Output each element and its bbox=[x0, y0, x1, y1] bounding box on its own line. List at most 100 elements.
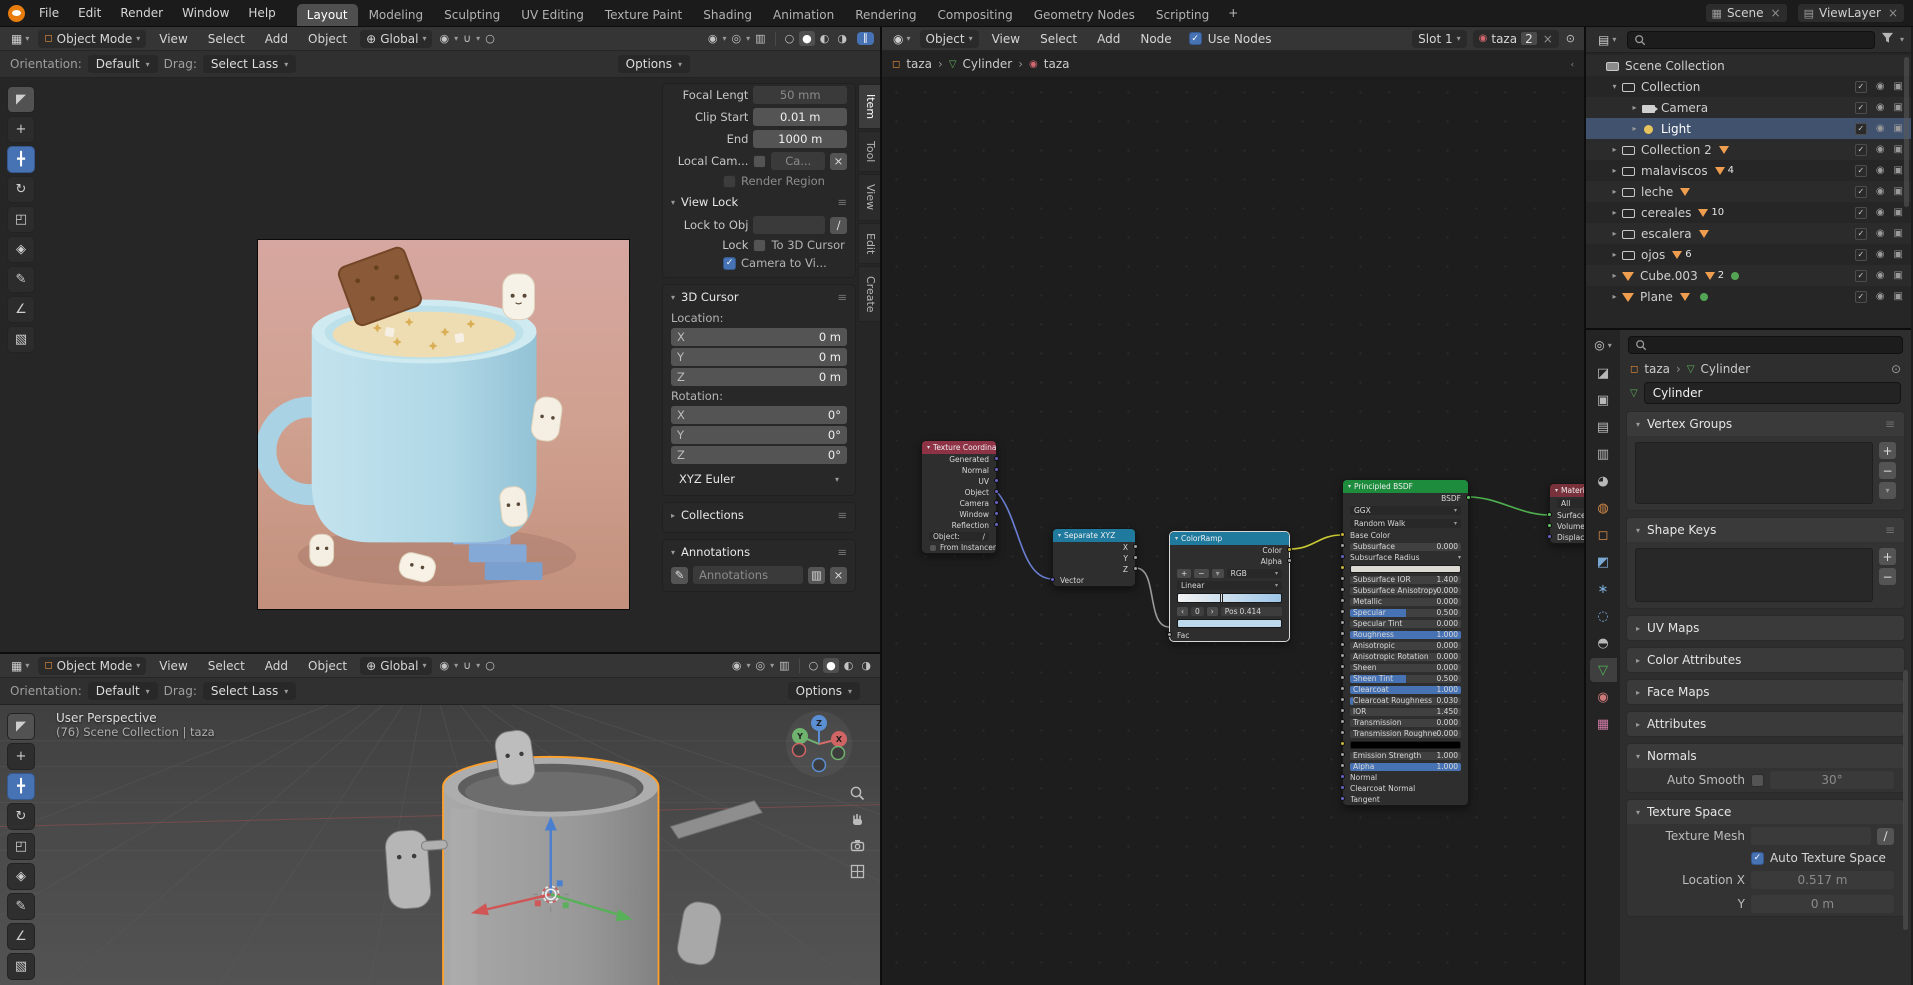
bsdf-input-row[interactable]: Emission Strength 1.000 ▾ bbox=[1343, 750, 1468, 761]
tool-button[interactable]: ↻ bbox=[7, 176, 35, 203]
interpolation-dropdown[interactable]: Linear▾ bbox=[1177, 581, 1282, 590]
location-x-field[interactable]: 0.517 m bbox=[1751, 871, 1894, 889]
hide-in-viewport-icon[interactable]: ◉ bbox=[1876, 102, 1885, 114]
disclosure-arrow[interactable]: ▸ bbox=[1608, 187, 1621, 196]
texture-mesh-field[interactable] bbox=[1751, 827, 1871, 845]
material-selector[interactable]: ◉ taza 2 × bbox=[1473, 30, 1559, 48]
shader-menu-item[interactable]: Node bbox=[1131, 29, 1180, 49]
shader-menu-item[interactable]: View bbox=[983, 29, 1029, 49]
outliner-row[interactable]: ▸ ojos 6 ✓ ◉ ▣ bbox=[1586, 244, 1911, 265]
input-socket[interactable] bbox=[1340, 675, 1345, 680]
input-socket[interactable] bbox=[1340, 598, 1345, 603]
clip-end-field[interactable]: 1000 m bbox=[753, 130, 847, 148]
input-socket[interactable] bbox=[1340, 686, 1345, 691]
distribution-dropdown[interactable]: GGX▾ bbox=[1350, 506, 1461, 515]
disable-in-render-icon[interactable]: ▣ bbox=[1894, 270, 1903, 282]
sidebar-tab[interactable]: View bbox=[858, 174, 880, 220]
lock-3d-cursor-checkbox[interactable] bbox=[753, 239, 766, 252]
pivot-point-icon[interactable]: ◉ bbox=[436, 31, 452, 46]
bsdf-input-row[interactable]: Sheen 0.000 ▾ bbox=[1343, 662, 1468, 673]
use-nodes-checkbox[interactable]: ✓ bbox=[1189, 32, 1202, 45]
hide-in-viewport-icon[interactable]: ◉ bbox=[1876, 186, 1885, 198]
input-socket[interactable] bbox=[1340, 631, 1345, 636]
output-input-row[interactable]: Displacement bbox=[1550, 532, 1584, 543]
add-stop-button[interactable]: + bbox=[1177, 569, 1191, 578]
hide-in-viewport-icon[interactable]: ◉ bbox=[1876, 81, 1885, 93]
location-y-field[interactable]: 0 m bbox=[1751, 895, 1894, 913]
outliner-row[interactable]: ▸ Plane ✓ ◉ ▣ bbox=[1586, 286, 1911, 307]
clear-local-camera-button[interactable]: × bbox=[830, 153, 847, 170]
snap-magnet-icon[interactable]: ∪ bbox=[460, 658, 474, 673]
active-color-stop[interactable] bbox=[1220, 593, 1223, 603]
cursor-location-field[interactable]: Z0 m bbox=[671, 368, 847, 386]
annotations-panel-header[interactable]: ▾Annotations≡ bbox=[663, 540, 855, 564]
tool-button[interactable]: ◈ bbox=[7, 236, 35, 263]
color-attributes-header[interactable]: ▸Color Attributes bbox=[1627, 648, 1904, 672]
breadcrumb-object[interactable]: taza bbox=[1644, 362, 1670, 376]
normals-header[interactable]: ▾Normals bbox=[1627, 744, 1904, 768]
input-socket[interactable] bbox=[1340, 796, 1345, 801]
options-dropdown[interactable]: Options▾ bbox=[618, 55, 690, 73]
bsdf-input-row[interactable]: Specular 0.500 ▾ bbox=[1343, 607, 1468, 618]
shape-keys-list[interactable] bbox=[1635, 548, 1873, 602]
node-canvas[interactable]: ▾Texture Coordinate GeneratedNormalUVObj… bbox=[882, 78, 1584, 985]
add-shape-key-button[interactable]: + bbox=[1879, 548, 1896, 565]
disclosure-arrow[interactable]: ▸ bbox=[1628, 124, 1641, 133]
blender-logo-icon[interactable] bbox=[8, 5, 25, 22]
bsdf-input-row[interactable]: Emission ▾ bbox=[1343, 739, 1468, 750]
object-field[interactable]: Object:∕ bbox=[929, 532, 989, 541]
properties-search-input[interactable] bbox=[1628, 336, 1903, 354]
tool-button[interactable]: ✎ bbox=[7, 893, 35, 920]
shading-rendered-icon[interactable]: ◑ bbox=[834, 31, 850, 46]
orientation-dropdown[interactable]: Default▾ bbox=[88, 682, 158, 700]
properties-tab[interactable]: ◓ bbox=[1590, 631, 1617, 655]
input-socket[interactable] bbox=[1167, 632, 1172, 637]
hide-in-viewport-icon[interactable]: ◉ bbox=[1876, 228, 1885, 240]
workspace-tab[interactable]: Animation bbox=[763, 4, 844, 26]
input-socket[interactable] bbox=[1340, 774, 1345, 779]
output-socket[interactable] bbox=[994, 522, 999, 527]
annotation-remove-icon[interactable]: × bbox=[830, 567, 847, 584]
annotation-duplicate-icon[interactable]: ▥ bbox=[808, 567, 825, 584]
lock-to-object-field[interactable] bbox=[753, 216, 825, 234]
disclosure-arrow[interactable]: ▸ bbox=[1608, 208, 1621, 217]
disable-in-render-icon[interactable]: ▣ bbox=[1894, 228, 1903, 240]
hide-in-viewport-icon[interactable]: ◉ bbox=[1876, 249, 1885, 261]
bsdf-input-row[interactable]: Roughness 1.000 ▾ bbox=[1343, 629, 1468, 640]
editor-type-button[interactable]: ◉▾ bbox=[888, 30, 916, 48]
app-menu-item[interactable]: File bbox=[30, 3, 68, 23]
bsdf-input-row[interactable]: Sheen Tint 0.500 ▾ bbox=[1343, 673, 1468, 684]
bsdf-input-row[interactable]: Metallic 0.000 ▾ bbox=[1343, 596, 1468, 607]
filter-icon[interactable] bbox=[1881, 32, 1894, 47]
viewport-menu-item[interactable]: Object bbox=[299, 29, 356, 49]
input-socket[interactable] bbox=[1340, 565, 1345, 570]
axis-navigation-gizmo[interactable]: Z Y X bbox=[784, 709, 854, 782]
auto-texture-space-checkbox[interactable]: ✓ bbox=[1751, 852, 1764, 865]
auto-smooth-angle-field[interactable]: 30° bbox=[1770, 771, 1894, 789]
disable-in-render-icon[interactable]: ▣ bbox=[1894, 207, 1903, 219]
output-input-row[interactable]: Volume bbox=[1550, 521, 1584, 532]
eyedropper-icon[interactable]: ∕ bbox=[830, 217, 847, 234]
node-output-row[interactable]: Generated bbox=[922, 454, 996, 465]
viewport-canvas[interactable]: ◤+╋↻◰◈✎∠▧ User Perspective (76) Scene Co… bbox=[0, 705, 880, 985]
output-socket[interactable] bbox=[994, 489, 999, 494]
sidebar-tab[interactable]: Edit bbox=[858, 223, 880, 264]
scene-selector[interactable]: ▦ Scene × bbox=[1705, 3, 1788, 23]
tool-button[interactable]: + bbox=[7, 116, 35, 143]
outliner-row[interactable]: Scene Collection ✓ ◉ ▣ bbox=[1586, 55, 1911, 76]
shading-material-icon[interactable]: ◐ bbox=[841, 658, 857, 673]
tool-button[interactable]: ╋ bbox=[7, 146, 35, 173]
stop-index-field[interactable]: 0 bbox=[1191, 607, 1204, 616]
snap-magnet-icon[interactable]: ∪ bbox=[460, 31, 474, 46]
drag-dropdown[interactable]: Select Lass▾ bbox=[203, 55, 296, 73]
colorramp-node[interactable]: ▾ColorRamp Color Alpha + − ▾ RGB▾ Linear… bbox=[1169, 531, 1290, 642]
cursor-location-field[interactable]: X0 m bbox=[671, 328, 847, 346]
properties-tab[interactable]: ◪ bbox=[1590, 361, 1617, 385]
output-socket[interactable] bbox=[994, 467, 999, 472]
colorramp-gradient[interactable] bbox=[1177, 593, 1282, 603]
focal-length-field[interactable]: 50 mm bbox=[753, 86, 847, 104]
material-users-count[interactable]: 2 bbox=[1521, 32, 1537, 45]
toggle-grid-icon[interactable] bbox=[849, 863, 866, 880]
properties-tab[interactable]: ▤ bbox=[1590, 415, 1617, 439]
disclosure-arrow[interactable]: ▸ bbox=[1608, 250, 1621, 259]
